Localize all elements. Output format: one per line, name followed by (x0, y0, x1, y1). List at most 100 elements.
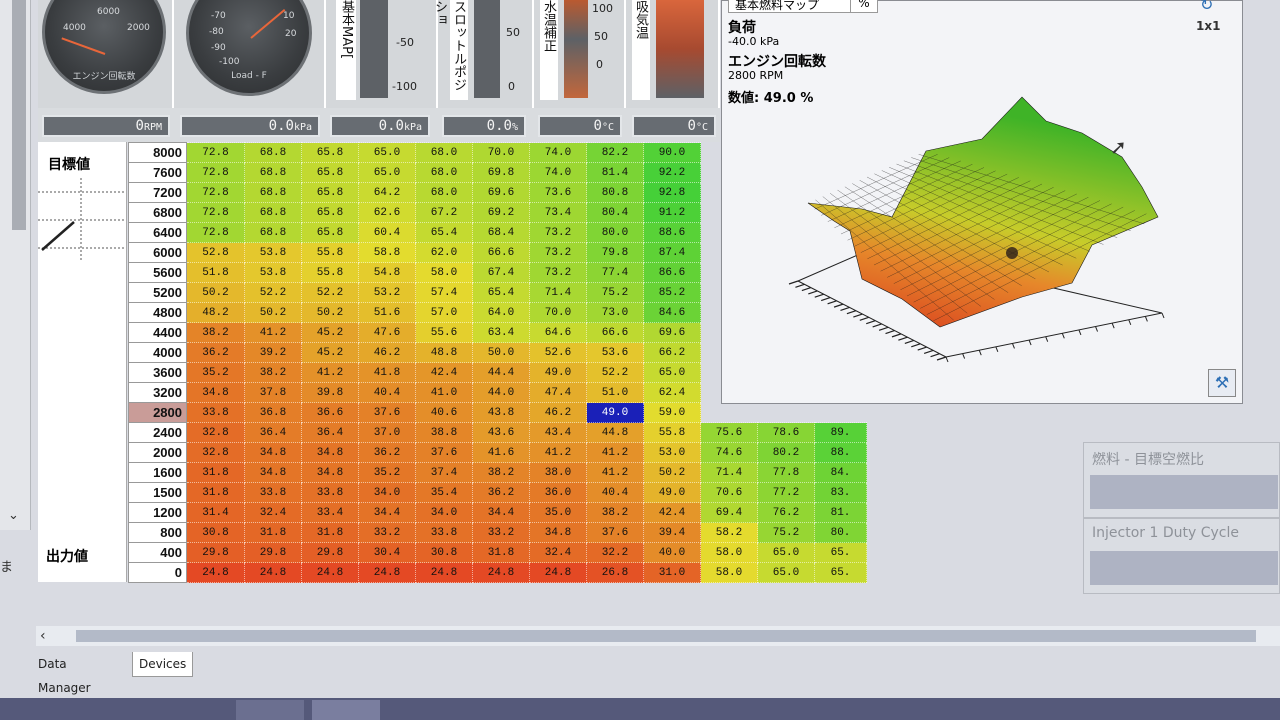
rpm-axis-label[interactable]: 6400 (128, 222, 187, 243)
map-cell[interactable]: 65.0 (358, 162, 416, 183)
map3d-window[interactable]: 基本燃料マップ % ↻ 1x1 負荷 -40.0 kPa エンジン回転数 280… (721, 0, 1243, 404)
map-cell[interactable]: 24.8 (358, 562, 416, 583)
map-cell[interactable]: 53.8 (244, 262, 302, 283)
map-cell[interactable]: 30.8 (415, 542, 473, 563)
map-cell[interactable]: 68.8 (244, 162, 302, 183)
map-cell[interactable]: 79.8 (586, 242, 644, 263)
rpm-axis-label[interactable]: 400 (128, 542, 187, 563)
map-cell[interactable]: 65.8 (301, 182, 359, 203)
map-cell[interactable]: 66.6 (586, 322, 644, 343)
map-cell[interactable]: 73.2 (529, 242, 587, 263)
vertical-scrollbar[interactable] (12, 0, 26, 230)
map-cell[interactable]: 33.2 (358, 522, 416, 543)
map-cell[interactable]: 36.2 (358, 442, 416, 463)
map-cell[interactable]: 34.4 (358, 502, 416, 523)
map-cell[interactable]: 44.0 (472, 382, 530, 403)
tab-data-manager[interactable]: Data Manager (32, 652, 97, 695)
map-cell[interactable]: 64.6 (529, 322, 587, 343)
map-cell[interactable]: 74.0 (529, 142, 587, 163)
map-cell[interactable]: 72.8 (186, 142, 245, 163)
map-cell[interactable]: 65.8 (301, 222, 359, 243)
map-cell[interactable]: 62.4 (643, 382, 701, 403)
map-cell[interactable]: 36.4 (244, 422, 302, 443)
map-cell[interactable]: 41.2 (586, 462, 644, 483)
map-cell[interactable]: 36.8 (244, 402, 302, 423)
map-cell[interactable]: 69.4 (700, 502, 758, 523)
map-cell[interactable]: 68.8 (244, 182, 302, 203)
map-cell[interactable]: 66.6 (472, 242, 530, 263)
map-cell[interactable]: 68.8 (244, 222, 302, 243)
map-cell[interactable]: 80.0 (586, 222, 644, 243)
map-cell[interactable]: 31.8 (186, 462, 245, 483)
map-cell[interactable]: 77.2 (757, 482, 815, 503)
map-cell[interactable]: 52.8 (186, 242, 245, 263)
map-cell[interactable]: 35.0 (529, 502, 587, 523)
map-cell[interactable]: 29.8 (244, 542, 302, 563)
map-cell[interactable]: 40.0 (643, 542, 701, 563)
map-cell[interactable]: 31.0 (643, 562, 701, 583)
map-cell[interactable]: 82.2 (586, 142, 644, 163)
map-cell[interactable]: 45.2 (301, 342, 359, 363)
map-cell[interactable]: 73.2 (529, 222, 587, 243)
rpm-axis-label[interactable]: 0 (128, 562, 187, 583)
map-cell[interactable]: 92.2 (643, 162, 701, 183)
map-cell[interactable]: 69.6 (643, 322, 701, 343)
map-cell[interactable]: 36.6 (301, 402, 359, 423)
map-cell[interactable]: 41.2 (586, 442, 644, 463)
taskbar-button[interactable] (312, 700, 380, 720)
rpm-axis-label[interactable]: 1500 (128, 482, 187, 503)
taskbar-button[interactable] (236, 700, 304, 720)
map-cell[interactable]: 34.0 (358, 482, 416, 503)
map-cell[interactable]: 85.2 (643, 282, 701, 303)
map-cell[interactable]: 65.8 (301, 202, 359, 223)
map-cell[interactable]: 37.0 (358, 422, 416, 443)
map-cell[interactable]: 24.8 (186, 562, 245, 583)
rpm-axis-label[interactable]: 3200 (128, 382, 187, 403)
rpm-axis-label[interactable]: 5200 (128, 282, 187, 303)
map-cell[interactable]: 35.2 (186, 362, 245, 383)
rpm-axis-label[interactable]: 7200 (128, 182, 187, 203)
map-cell[interactable]: 26.8 (586, 562, 644, 583)
map-cell[interactable]: 47.4 (529, 382, 587, 403)
map-cell[interactable]: 53.6 (586, 342, 644, 363)
map-cell[interactable]: 49.0 (586, 402, 644, 423)
map-cell[interactable]: 37.8 (244, 382, 302, 403)
map-cell[interactable]: 66.2 (643, 342, 701, 363)
rpm-axis-label[interactable]: 6000 (128, 242, 187, 263)
map-cell[interactable]: 65.0 (757, 542, 815, 563)
map-cell[interactable]: 68.0 (415, 162, 473, 183)
map-cell[interactable]: 73.2 (529, 262, 587, 283)
map-cell[interactable]: 37.6 (586, 522, 644, 543)
map-cell[interactable]: 31.8 (244, 522, 302, 543)
map-cell[interactable]: 57.0 (415, 302, 473, 323)
map-cell[interactable]: 46.2 (358, 342, 416, 363)
map-cell[interactable]: 38.2 (244, 362, 302, 383)
map-cell[interactable]: 37.4 (415, 462, 473, 483)
map-cell[interactable]: 33.8 (415, 522, 473, 543)
map-cell[interactable]: 47.6 (358, 322, 416, 343)
map-cell[interactable]: 90.0 (643, 142, 701, 163)
map-cell[interactable]: 33.8 (301, 482, 359, 503)
map-cell[interactable]: 50.2 (301, 302, 359, 323)
map-cell[interactable]: 33.8 (186, 402, 245, 423)
map-cell[interactable]: 44.4 (472, 362, 530, 383)
map-cell[interactable]: 48.8 (415, 342, 473, 363)
map-cell[interactable]: 38.8 (415, 422, 473, 443)
map-cell[interactable]: 84.6 (643, 302, 701, 323)
map-cell[interactable]: 70.6 (700, 482, 758, 503)
map-cell[interactable]: 34.8 (244, 462, 302, 483)
map-cell[interactable]: 91.2 (643, 202, 701, 223)
map-cell[interactable]: 55.8 (643, 422, 701, 443)
map-cell[interactable]: 37.6 (415, 442, 473, 463)
map-cell[interactable]: 51.0 (586, 382, 644, 403)
map-cell[interactable] (758, 403, 815, 423)
map-cell[interactable]: 69.2 (472, 202, 530, 223)
map-cell[interactable]: 57.4 (415, 282, 473, 303)
map-cell[interactable]: 31.8 (186, 482, 245, 503)
map-cell[interactable]: 34.8 (244, 442, 302, 463)
map-cell[interactable]: 33.2 (472, 522, 530, 543)
map-cell[interactable]: 81. (814, 502, 867, 523)
map-cell[interactable]: 45.2 (301, 322, 359, 343)
map-cell[interactable]: 40.4 (586, 482, 644, 503)
map-cell[interactable]: 51.8 (186, 262, 245, 283)
